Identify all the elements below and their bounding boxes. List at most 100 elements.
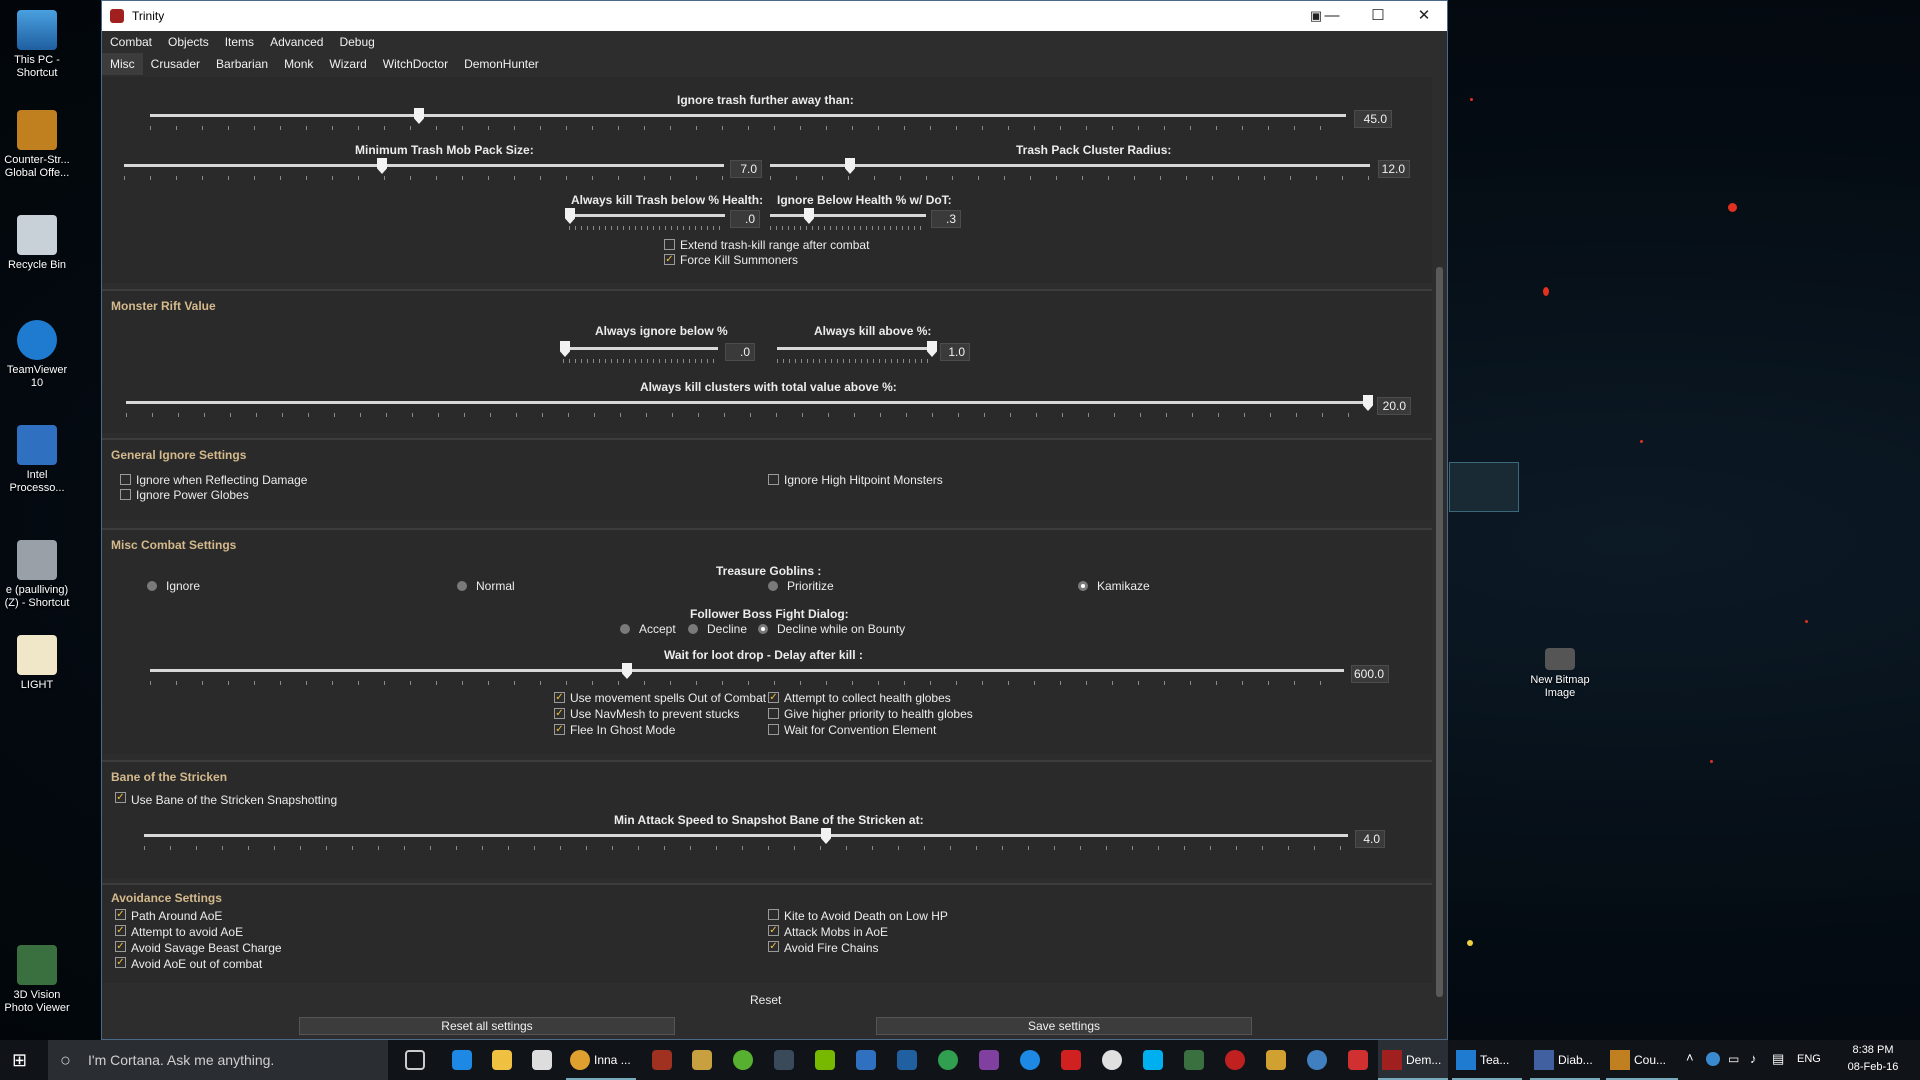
convention-checkbox[interactable] bbox=[768, 724, 779, 735]
ignore-further-value[interactable]: 45.0 bbox=[1354, 110, 1392, 128]
desktop-icon-network-drive[interactable]: e (paulliving) (Z) - Shortcut bbox=[2, 540, 72, 610]
photo-viewer-icon[interactable] bbox=[1184, 1050, 1204, 1070]
app-icon[interactable] bbox=[733, 1050, 753, 1070]
edge-icon[interactable] bbox=[452, 1050, 472, 1070]
follower-decline-radio[interactable] bbox=[688, 624, 698, 634]
cluster-radius-slider-thumb[interactable] bbox=[845, 158, 855, 174]
flash-icon[interactable] bbox=[1061, 1050, 1081, 1070]
save-settings-button[interactable]: Save settings bbox=[876, 1017, 1252, 1035]
follower-decline-bounty-radio[interactable] bbox=[758, 624, 768, 634]
windows-start-icon[interactable]: ⊞ bbox=[12, 1050, 32, 1070]
desktop-icon-counter-strike[interactable]: Counter-Str... Global Offe... bbox=[2, 110, 72, 180]
title-bar[interactable]: Trinity ▣ — ☐ ✕ bbox=[102, 1, 1447, 31]
extend-range-checkbox[interactable] bbox=[664, 239, 675, 250]
diablo-icon[interactable] bbox=[652, 1050, 672, 1070]
menu-combat[interactable]: Combat bbox=[102, 31, 160, 53]
savage-beast-checkbox[interactable]: ✓ bbox=[115, 941, 126, 952]
collect-globes-checkbox[interactable]: ✓ bbox=[768, 692, 779, 703]
kill-above-slider-thumb[interactable] bbox=[927, 341, 937, 357]
app-icon[interactable] bbox=[1348, 1050, 1368, 1070]
bane-speed-value[interactable]: 4.0 bbox=[1355, 830, 1385, 848]
desktop-icon-intel[interactable]: Intel Processo... bbox=[2, 425, 72, 495]
skype-icon[interactable] bbox=[1143, 1050, 1163, 1070]
desktop-icon-teamviewer[interactable]: TeamViewer 10 bbox=[2, 320, 72, 390]
menu-items[interactable]: Items bbox=[217, 31, 262, 53]
app-icon[interactable] bbox=[979, 1050, 999, 1070]
editor-icon[interactable] bbox=[856, 1050, 876, 1070]
fire-chains-checkbox[interactable]: ✓ bbox=[768, 941, 779, 952]
app-icon[interactable] bbox=[1266, 1050, 1286, 1070]
menu-advanced[interactable]: Advanced bbox=[262, 31, 331, 53]
clock-time[interactable]: 8:38 PM bbox=[1843, 1044, 1903, 1056]
goblin-normal-radio[interactable] bbox=[457, 581, 467, 591]
goblin-prioritize-radio[interactable] bbox=[768, 581, 778, 591]
attack-mobs-checkbox[interactable]: ✓ bbox=[768, 925, 779, 936]
ignore-dot-slider-thumb[interactable] bbox=[804, 208, 814, 224]
reset-all-button[interactable]: Reset all settings bbox=[299, 1017, 675, 1035]
movement-spells-checkbox[interactable]: ✓ bbox=[554, 692, 565, 703]
tray-app-icon[interactable] bbox=[1706, 1052, 1720, 1066]
path-around-checkbox[interactable]: ✓ bbox=[115, 909, 126, 920]
itunes-icon[interactable] bbox=[1102, 1050, 1122, 1070]
kill-above-value[interactable]: 1.0 bbox=[940, 343, 970, 361]
task-diablo[interactable]: Diab... bbox=[1530, 1040, 1600, 1080]
attempt-avoid-checkbox[interactable]: ✓ bbox=[115, 925, 126, 936]
clusters-value[interactable]: 20.0 bbox=[1377, 397, 1411, 415]
force-kill-checkbox[interactable]: ✓ bbox=[664, 254, 675, 265]
ghost-mode-checkbox[interactable]: ✓ bbox=[554, 724, 565, 735]
kill-below-value[interactable]: .0 bbox=[730, 210, 760, 228]
volume-icon[interactable]: ♪ bbox=[1750, 1051, 1757, 1066]
scrollbar-thumb[interactable] bbox=[1436, 267, 1443, 997]
desktop-icon-new-bitmap[interactable]: New Bitmap Image bbox=[1520, 648, 1600, 700]
vertical-scrollbar[interactable] bbox=[1433, 77, 1447, 1017]
store-icon[interactable] bbox=[532, 1050, 552, 1070]
menu-debug[interactable]: Debug bbox=[331, 31, 382, 53]
min-pack-slider-thumb[interactable] bbox=[377, 158, 387, 174]
app-icon[interactable] bbox=[1020, 1050, 1040, 1070]
task-trinity[interactable]: Dem... bbox=[1378, 1040, 1448, 1080]
bane-snapshot-checkbox[interactable]: ✓ bbox=[115, 792, 126, 803]
cortana-search-box[interactable]: ○ I'm Cortana. Ask me anything. bbox=[48, 1040, 388, 1080]
close-button[interactable]: ✕ bbox=[1401, 1, 1447, 31]
obs-icon[interactable] bbox=[1307, 1050, 1327, 1070]
desktop-icon-recycle-bin[interactable]: Recycle Bin bbox=[2, 215, 72, 272]
notification-icon[interactable]: ▤ bbox=[1772, 1051, 1784, 1067]
min-pack-value[interactable]: 7.0 bbox=[730, 160, 762, 178]
minimize-button[interactable]: — bbox=[1309, 1, 1355, 31]
task-view-icon[interactable] bbox=[405, 1050, 425, 1070]
desktop-icon-this-pc[interactable]: This PC - Shortcut bbox=[2, 10, 72, 80]
desktop-icon-light[interactable]: LIGHT bbox=[2, 635, 72, 692]
tab-barbarian[interactable]: Barbarian bbox=[208, 53, 276, 75]
maximize-button[interactable]: ☐ bbox=[1355, 1, 1401, 31]
navmesh-checkbox[interactable]: ✓ bbox=[554, 708, 565, 719]
task-counter-strike[interactable]: Cou... bbox=[1606, 1040, 1678, 1080]
loot-delay-value[interactable]: 600.0 bbox=[1351, 665, 1389, 683]
file-explorer-icon[interactable] bbox=[492, 1050, 512, 1070]
tab-demonhunter[interactable]: DemonHunter bbox=[456, 53, 547, 75]
kill-below-slider-thumb[interactable] bbox=[565, 208, 575, 224]
task-teamviewer[interactable]: Tea... bbox=[1452, 1040, 1522, 1080]
language-indicator[interactable]: ENG bbox=[1797, 1053, 1821, 1065]
task-chrome[interactable]: Inna ... bbox=[566, 1040, 636, 1080]
chevron-up-icon[interactable]: ˄ bbox=[1686, 1050, 1694, 1065]
app-icon[interactable] bbox=[897, 1050, 917, 1070]
hon-icon[interactable] bbox=[692, 1050, 712, 1070]
priority-globes-checkbox[interactable] bbox=[768, 708, 779, 719]
network-icon[interactable]: ▭ bbox=[1728, 1052, 1739, 1066]
app-icon[interactable] bbox=[1225, 1050, 1245, 1070]
app-icon[interactable] bbox=[938, 1050, 958, 1070]
ignore-power-globes-checkbox[interactable] bbox=[120, 489, 131, 500]
goblin-kamikaze-radio[interactable] bbox=[1078, 581, 1088, 591]
nvidia-icon[interactable] bbox=[815, 1050, 835, 1070]
ignore-high-hp-checkbox[interactable] bbox=[768, 474, 779, 485]
menu-objects[interactable]: Objects bbox=[160, 31, 217, 53]
tab-wizard[interactable]: Wizard bbox=[321, 53, 374, 75]
steam-icon[interactable] bbox=[774, 1050, 794, 1070]
kite-checkbox[interactable] bbox=[768, 909, 779, 920]
bane-speed-slider-thumb[interactable] bbox=[821, 828, 831, 844]
ignore-reflecting-checkbox[interactable] bbox=[120, 474, 131, 485]
clusters-slider-thumb[interactable] bbox=[1363, 395, 1373, 411]
loot-delay-slider-thumb[interactable] bbox=[622, 663, 632, 679]
cluster-radius-value[interactable]: 12.0 bbox=[1378, 160, 1410, 178]
ignore-below-value[interactable]: .0 bbox=[725, 343, 755, 361]
